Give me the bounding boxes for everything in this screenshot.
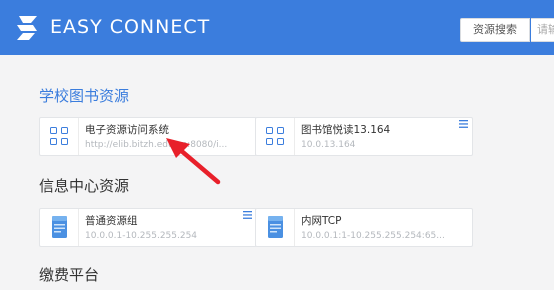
search-input[interactable]: 请输 — [531, 18, 554, 42]
card-divider — [78, 118, 79, 155]
top-header: EASY CONNECT 资源搜索 请输 — [0, 0, 554, 55]
grid-icon — [49, 126, 71, 148]
book-icon — [268, 216, 283, 238]
grid-icon — [265, 126, 287, 148]
annotation-arrow-icon — [166, 138, 221, 185]
resource-search-button[interactable]: 资源搜索 — [460, 18, 530, 42]
easyconnect-logo-icon — [17, 16, 37, 40]
card-divider — [294, 118, 295, 155]
card-divider — [78, 209, 79, 246]
resource-card-elib[interactable]: 电子资源访问系统 http://elib.bitzh.edu.cn:8080/i… — [39, 117, 257, 156]
card-title: 内网TCP — [301, 215, 342, 227]
card-divider — [294, 209, 295, 246]
section-title-payment-platform: 缴费平台 — [39, 266, 100, 284]
card-title: 图书馆悦读13.164 — [301, 124, 391, 136]
resource-card-general-group[interactable]: 普通资源组 10.0.0.1-10.255.255.254 — [39, 208, 257, 247]
book-icon — [52, 216, 67, 238]
card-address: 10.0.0.1-10.255.255.254 — [85, 231, 198, 241]
brand-title: EASY CONNECT — [50, 16, 211, 38]
card-address: 10.0.13.164 — [301, 140, 356, 150]
resource-card-library-reading[interactable]: 图书馆悦读13.164 10.0.13.164 — [255, 117, 473, 156]
menu-list-icon[interactable] — [243, 211, 252, 219]
resource-card-intranet-tcp[interactable]: 内网TCP 10.0.0.1:1-10.255.255.254:65... — [255, 208, 473, 247]
section-title-info-center: 信息中心资源 — [39, 177, 130, 195]
card-title: 电子资源访问系统 — [85, 124, 169, 136]
section-title-school-library: 学校图书资源 — [39, 87, 130, 105]
card-address: 10.0.0.1:1-10.255.255.254:65... — [301, 231, 445, 241]
menu-list-icon[interactable] — [459, 120, 468, 128]
card-title: 普通资源组 — [85, 215, 138, 227]
